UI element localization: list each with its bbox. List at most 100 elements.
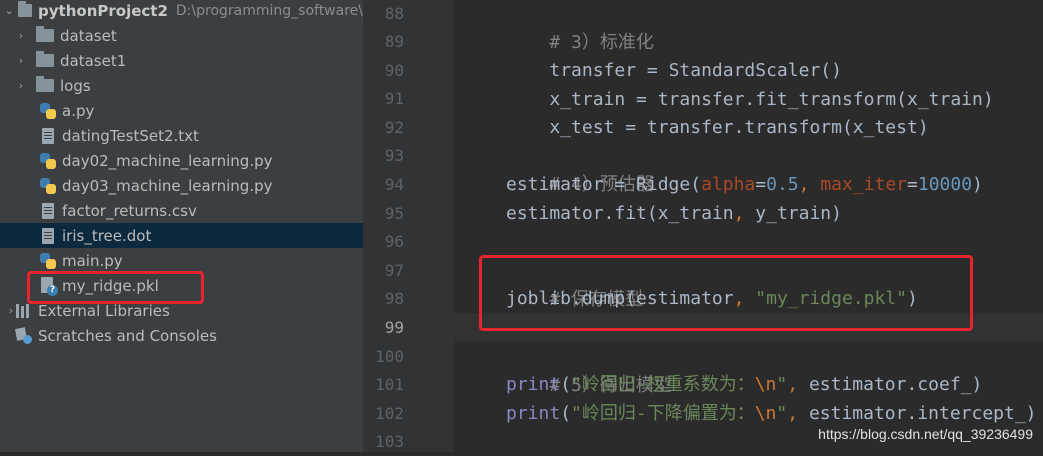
- code-number: 10000: [917, 174, 973, 195]
- file-label: factor_returns.csv: [62, 201, 197, 220]
- file-label: day02_machine_learning.py: [62, 151, 273, 170]
- line-number: 90: [384, 61, 404, 80]
- code-comma: ,: [733, 203, 756, 224]
- text-file-icon: [42, 127, 54, 144]
- code-param: max_iter: [820, 174, 908, 195]
- code-text: =: [907, 174, 918, 195]
- code-string: "岭回归-权重系数为：: [571, 374, 755, 395]
- code-string: "岭回归-下降偏置为：: [571, 403, 755, 424]
- tree-item-file-day03[interactable]: day03_machine_learning.py: [0, 173, 363, 198]
- line-number: 96: [384, 232, 404, 251]
- file-label: main.py: [62, 251, 123, 270]
- tree-item-scratches-consoles[interactable]: Scratches and Consoles: [0, 323, 363, 348]
- code-comma: ,: [798, 174, 821, 195]
- line-number: 95: [384, 204, 404, 223]
- code-text: y_train): [755, 203, 842, 224]
- chevron-right-icon[interactable]: ›: [16, 79, 26, 92]
- highlight-box-file: [27, 271, 204, 304]
- code-string: ": [776, 374, 788, 395]
- external-libraries-label: External Libraries: [38, 301, 170, 320]
- line-number-gutter: 88 89 90 91 92 93 94 95 96 97 98 99 100 …: [363, 0, 454, 452]
- tree-item-file-day02[interactable]: day02_machine_learning.py: [0, 148, 363, 173]
- line-number: 94: [384, 175, 404, 194]
- code-line-102[interactable]: print("岭回归-下降偏置为：\n", estimator.intercep…: [506, 399, 1037, 428]
- tree-item-folder-dataset[interactable]: › dataset: [0, 23, 363, 48]
- tree-root-pythonproject2[interactable]: ⌄ pythonProject2 D:\programming_software…: [0, 0, 363, 23]
- watermark: https://blog.csdn.net/qq_39236499: [818, 426, 1033, 442]
- code-text: ): [972, 174, 983, 195]
- code-line-90[interactable]: x_train = transfer.fit_transform(x_train…: [506, 56, 993, 110]
- line-number: 91: [384, 89, 404, 108]
- line-number: 101: [375, 375, 404, 394]
- chevron-right-icon[interactable]: ›: [16, 54, 26, 67]
- code-text: =: [755, 174, 767, 195]
- chevron-down-icon[interactable]: ⌄: [5, 4, 14, 17]
- code-escape: \n: [754, 374, 777, 395]
- code-text: (: [560, 403, 572, 424]
- tree-item-file-datingtestset2[interactable]: datingTestSet2.txt: [0, 123, 363, 148]
- code-text: estimator.intercept_): [808, 403, 1037, 424]
- code-builtin: print: [506, 374, 561, 395]
- line-number: 100: [375, 347, 404, 366]
- code-line-89[interactable]: transfer = StandardScaler(): [506, 27, 842, 81]
- code-line-91[interactable]: x_test = transfer.transform(x_test): [506, 84, 928, 138]
- python-file-icon: [40, 152, 56, 169]
- python-file-icon: [40, 252, 56, 269]
- folder-icon: [36, 51, 54, 67]
- code-line-95[interactable]: estimator.fit(x_train, y_train): [506, 199, 842, 228]
- tree-item-folder-logs[interactable]: › logs: [0, 73, 363, 98]
- code-line-88[interactable]: # 3）标准化: [506, 0, 654, 53]
- code-escape: \n: [754, 403, 777, 424]
- line-number: 88: [384, 4, 404, 23]
- line-number: 102: [375, 404, 404, 423]
- python-file-icon: [40, 102, 56, 119]
- project-path: D:\programming_software\: [175, 2, 363, 19]
- folder-label: dataset1: [60, 51, 127, 70]
- folder-icon: [36, 76, 54, 92]
- library-icon: [16, 303, 32, 318]
- project-tool-window: ⌄ pythonProject2 D:\programming_software…: [0, 0, 363, 452]
- code-line-93[interactable]: # 4）预估器: [506, 141, 654, 195]
- line-number: 93: [384, 146, 404, 165]
- code-text: estimator.fit(x_train: [506, 203, 734, 224]
- code-line-100[interactable]: # 5）得出模型: [506, 342, 672, 396]
- code-line-94[interactable]: estimator = Ridge(alpha=0.5, max_iter=10…: [506, 170, 983, 199]
- chevron-right-icon[interactable]: ›: [6, 304, 16, 317]
- tree-item-file-factor-returns[interactable]: factor_returns.csv: [0, 198, 363, 223]
- code-param: alpha: [701, 174, 756, 195]
- file-label: a.py: [62, 101, 95, 120]
- code-comma: ,: [787, 403, 809, 424]
- code-comma: ,: [787, 374, 809, 395]
- code-number: 0.5: [766, 174, 799, 195]
- folder-icon: [18, 1, 33, 17]
- file-label: day03_machine_learning.py: [62, 176, 273, 195]
- project-name: pythonProject2: [38, 1, 168, 20]
- file-label: datingTestSet2.txt: [62, 126, 199, 145]
- line-number: 97: [384, 261, 404, 280]
- tree-item-file-a-py[interactable]: a.py: [0, 98, 363, 123]
- folder-label: logs: [60, 76, 91, 95]
- code-builtin: print: [506, 403, 561, 424]
- file-label: iris_tree.dot: [62, 226, 152, 245]
- code-line-101[interactable]: print("岭回归-权重系数为：\n", estimator.coef_): [506, 370, 982, 399]
- folder-label: dataset: [60, 26, 117, 45]
- code-editor[interactable]: # 3）标准化 transfer = StandardScaler() x_tr…: [454, 0, 1043, 452]
- code-text: (: [560, 374, 572, 395]
- line-number: 92: [384, 118, 404, 137]
- line-number: 98: [384, 289, 404, 308]
- python-file-icon: [40, 177, 56, 194]
- text-file-icon: [42, 227, 54, 244]
- highlight-box-code: [479, 255, 973, 331]
- tree-item-file-main-py[interactable]: main.py: [0, 248, 363, 273]
- code-text: x_test = transfer.transform(x_test): [549, 117, 929, 138]
- scratches-icon: [15, 326, 32, 344]
- tree-item-folder-dataset1[interactable]: › dataset1: [0, 48, 363, 73]
- scratches-label: Scratches and Consoles: [38, 326, 217, 345]
- folder-icon: [36, 26, 54, 42]
- code-string: ": [776, 403, 788, 424]
- line-number: 89: [384, 32, 404, 51]
- tree-item-file-iris-tree[interactable]: iris_tree.dot: [0, 223, 363, 248]
- chevron-right-icon[interactable]: ›: [16, 29, 26, 42]
- code-text: estimator.coef_): [808, 374, 983, 395]
- code-text: estimator = Ridge(: [506, 174, 702, 195]
